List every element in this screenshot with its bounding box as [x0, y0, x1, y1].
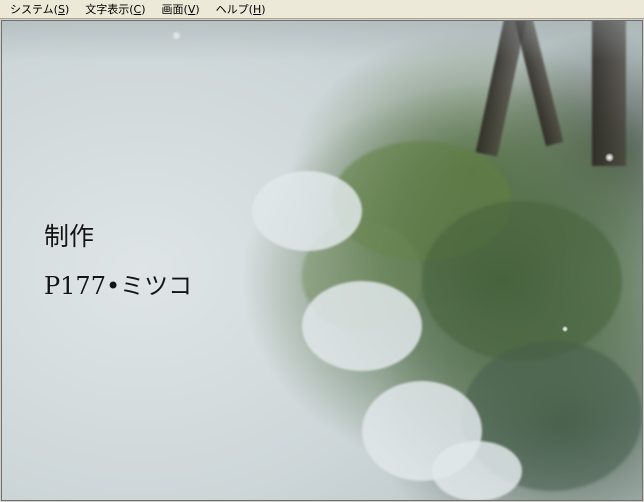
- menu-bar: システム(S) 文字表示(C) 画面(V) ヘルプ(H): [0, 0, 644, 19]
- vignette: [2, 21, 642, 61]
- menu-system-key: S: [57, 3, 65, 16]
- snow-sparkle: [562, 326, 568, 332]
- menu-text-display[interactable]: 文字表示(C): [77, 0, 153, 18]
- credit-name: P177•ミツコ: [44, 272, 193, 300]
- snow-patch: [302, 281, 422, 371]
- game-window: システム(S) 文字表示(C) 画面(V) ヘルプ(H) 制作 P177•ミツコ: [0, 0, 644, 502]
- snow-patch: [252, 171, 362, 251]
- background-scene: [2, 21, 642, 500]
- menu-text-display-label: 文字表示: [85, 3, 130, 16]
- snow-patch: [432, 441, 522, 500]
- menu-help-key: H: [252, 3, 262, 16]
- menu-screen[interactable]: 画面(V): [154, 0, 208, 18]
- game-screen[interactable]: 制作 P177•ミツコ: [1, 20, 643, 501]
- menu-screen-key: V: [187, 3, 196, 16]
- menu-help-label: ヘルプ: [215, 3, 249, 16]
- menu-text-display-key: C: [133, 3, 142, 16]
- menu-screen-label: 画面: [161, 3, 184, 16]
- snow-sparkle: [605, 153, 614, 162]
- credit-heading: 制作: [44, 222, 95, 251]
- menu-system-label: システム: [10, 3, 54, 16]
- shrub-foliage: [422, 201, 622, 361]
- menu-help[interactable]: ヘルプ(H): [208, 0, 274, 18]
- menu-system[interactable]: システム(S): [2, 0, 77, 18]
